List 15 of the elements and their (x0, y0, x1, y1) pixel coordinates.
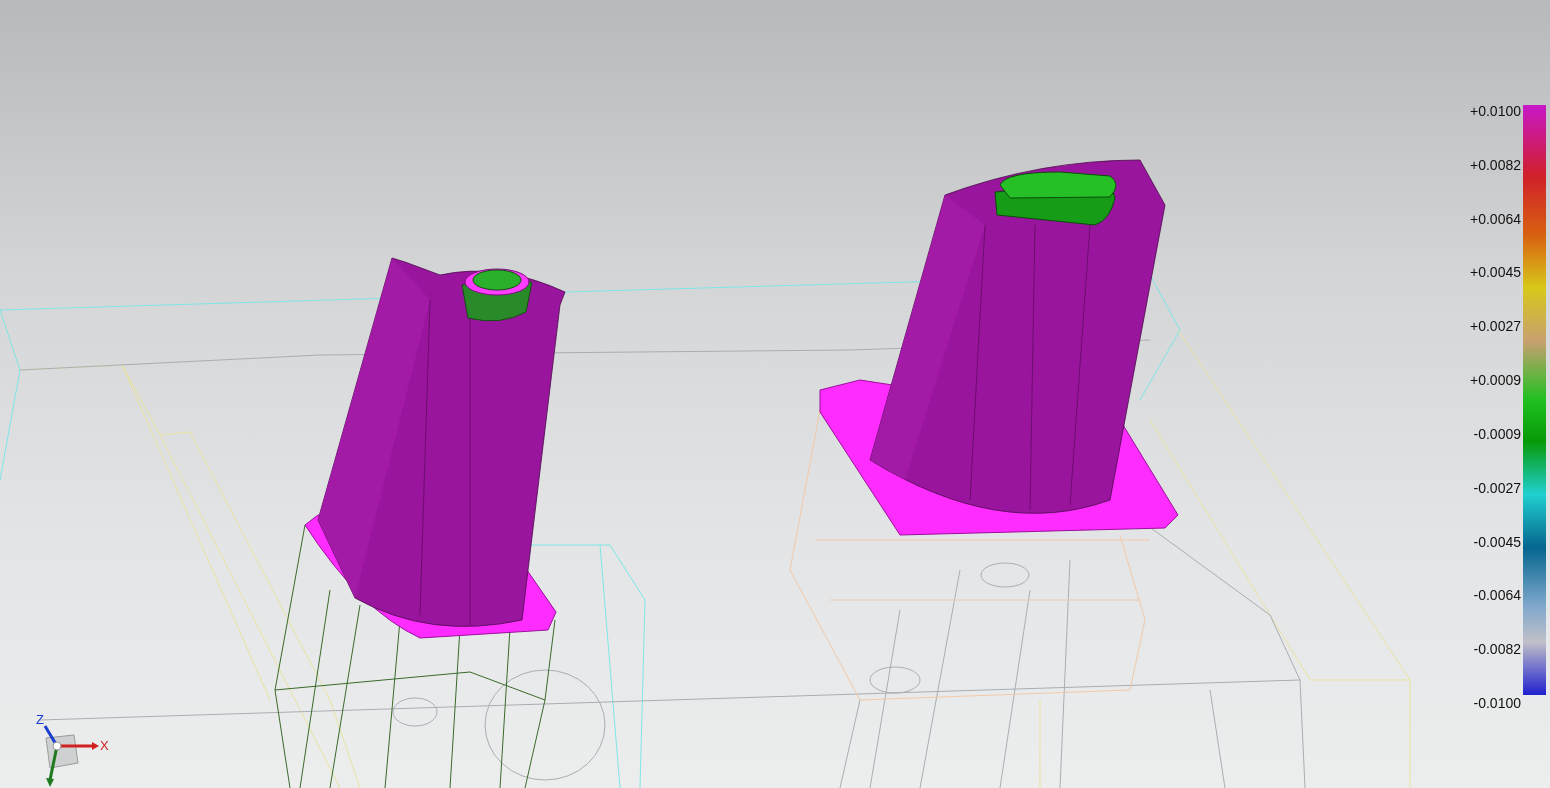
scale-value: +0.0082 (1470, 156, 1521, 173)
scale-value: -0.0027 (1473, 479, 1521, 496)
scale-value: -0.0045 (1473, 533, 1521, 550)
scale-value: +0.0064 (1470, 210, 1521, 227)
scale-value: -0.0100 (1473, 694, 1521, 711)
scale-value: -0.0009 (1473, 425, 1521, 442)
scale-value: +0.0100 (1470, 103, 1521, 119)
scale-value: -0.0082 (1473, 641, 1521, 658)
scale-value: +0.0045 (1470, 264, 1521, 281)
scale-value: -0.0064 (1473, 587, 1521, 604)
z-axis-label: Z (36, 712, 44, 727)
scale-value: +0.0027 (1470, 318, 1521, 335)
scale-value: +0.0009 (1470, 372, 1521, 389)
x-axis-label: X (100, 738, 109, 753)
axis-triad-icon (43, 725, 99, 787)
